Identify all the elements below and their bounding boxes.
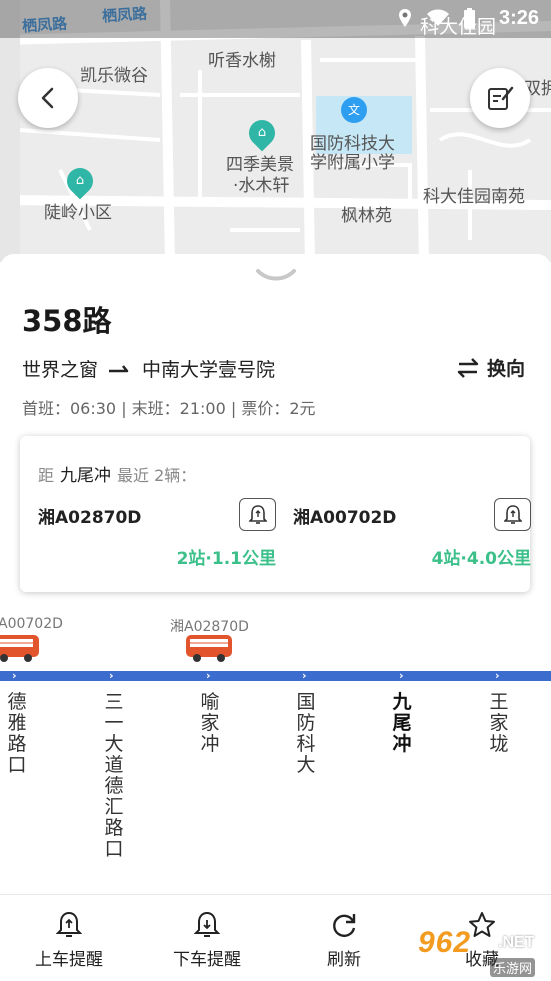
chevron-right-icon: › [206,669,211,682]
bus-alert-button[interactable] [494,498,531,531]
board-reminder-button[interactable]: 上车提醒 [14,911,124,970]
schedule-info: 首班：06:30 | 末班：21:00 | 票价：2元 [22,399,316,418]
map-label-siji-2: ·水木轩 [233,176,290,196]
bus-item: 湘A02870D 2站·1.1公里 [38,498,276,578]
stop-label[interactable]: 德雅路口 [5,692,29,776]
chevron-right-icon: › [109,669,114,682]
chevron-right-icon: › [302,669,307,682]
alight-reminder-button[interactable]: 下车提醒 [152,911,262,970]
bell-icon [248,504,267,524]
card-prefix: 距 [38,466,55,485]
swap-direction-button[interactable]: 换向 [457,354,525,381]
nearest-buses-card: 距九尾冲 最近 2辆： 湘A02870D 2站·1.1公里 湘A00702D 4站… [20,436,531,592]
back-button[interactable] [18,68,78,128]
bell-icon [503,504,522,524]
location-icon [399,9,411,27]
poi-building-icon[interactable]: ⌂ [61,162,99,200]
origin-stop: 世界之窗 [22,359,99,381]
destination-stop: 中南大学壹号院 [142,359,276,381]
stop-label[interactable]: 国防科大 [294,692,318,776]
bus-tag: A00702D [0,616,63,632]
map-label-linglin: 陡岭小区 [44,203,112,223]
tab-label: 上车提醒 [35,950,103,970]
map-label-top-right: 科大佳园 [420,16,497,38]
status-time: 3:26 [498,7,539,29]
edit-icon [488,86,514,110]
chevron-right-icon: › [12,669,17,682]
collapse-handle-icon[interactable] [256,268,296,282]
bus-icon[interactable] [0,633,40,663]
bus-plate: 湘A02870D [38,508,142,528]
map-label-fenglin: 枫林苑 [341,206,392,226]
route-line [0,671,551,681]
direction-row: 世界之窗 中南大学壹号院 [22,355,275,382]
bus-plate: 湘A00702D [293,508,397,528]
feedback-button[interactable] [470,68,530,128]
map-label-tingxiang: 听香水榭 [208,51,276,71]
bus-alert-button[interactable] [239,498,276,531]
swap-icon [457,357,479,378]
refresh-button[interactable]: 刷新 [289,911,399,970]
school-poi-icon[interactable]: 文 [341,97,367,123]
bus-icon[interactable] [185,633,233,663]
stop-label[interactable]: 喻家冲 [198,692,222,755]
map-label-keda-south: 科大佳园南苑 [423,187,525,207]
map-view[interactable]: 3:26 栖凤路 栖凤路 科大佳园 凯乐微谷 听香水榭 ⌂ 四季美景 ·水木轩 … [0,0,551,262]
chevron-left-icon [41,87,54,109]
map-label-kaile: 凯乐微谷 [80,66,148,86]
stop-label-current[interactable]: 九尾冲 [390,692,414,755]
map-label-street: 栖凤路 [101,4,148,26]
poi-building-icon[interactable]: ⌂ [243,114,281,152]
chevron-right-icon: › [495,669,500,682]
map-label-school-2: 学附属小学 [310,153,395,173]
tab-label: 下车提醒 [173,950,241,970]
card-station: 九尾冲 [60,466,112,486]
stop-label[interactable]: 王家垅 [487,692,511,755]
watermark-net: .NET [498,934,535,951]
watermark-site: 乐游网 [490,958,536,977]
refresh-icon [333,914,356,937]
card-header: 距九尾冲 最近 2辆： [38,461,196,486]
card-suffix: 最近 2辆： [117,466,197,485]
swap-label: 换向 [486,358,525,380]
watermark-number: 962 [418,926,472,959]
route-title: 358路 [22,304,112,338]
bell-up-icon [56,911,82,937]
chevron-right-icon: › [399,669,404,682]
map-label-street: 栖凤路 [21,14,68,36]
stop-label[interactable]: 三一大道德汇路口 [102,692,126,860]
bus-distance: 2站·1.1公里 [176,549,276,569]
watermark-logo: 962 .NET 乐游网 [410,926,550,980]
tab-label: 刷新 [327,950,361,970]
route-sheet: 358路 世界之窗 中南大学壹号院 换向 首班：06:30 | 末班：21:00… [0,254,551,981]
bus-item: 湘A00702D 4站·4.0公里 [293,498,531,578]
bell-down-icon [194,911,220,937]
arrow-right-icon [109,364,129,372]
bus-distance: 4站·4.0公里 [431,549,531,569]
